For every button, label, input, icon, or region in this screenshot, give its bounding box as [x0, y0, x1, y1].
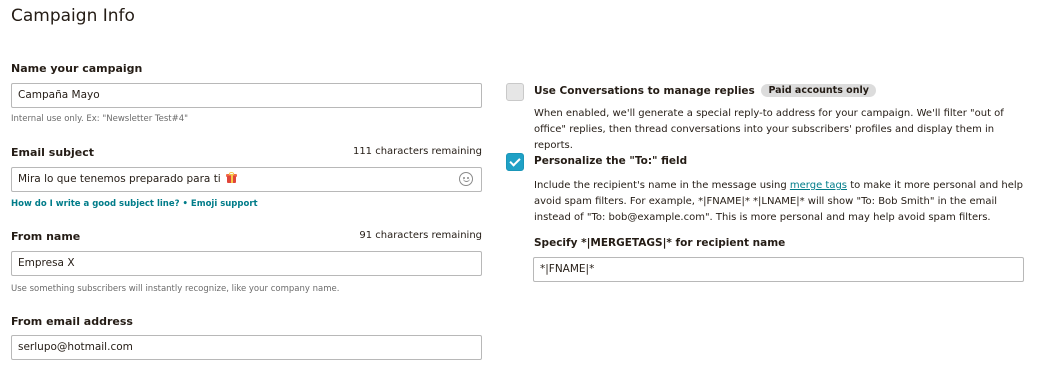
conversations-checkbox[interactable]	[506, 83, 524, 101]
conversations-option: Use Conversations to manage replies Paid…	[534, 84, 876, 97]
subject-help-links: How do I write a good subject line? • Em…	[11, 199, 258, 209]
from-name-help: Use something subscribers will instantly…	[11, 284, 340, 294]
mergetag-label: Specify *|MERGETAGS|* for recipient name	[534, 237, 786, 249]
desc-before-link: Include the recipient's name in the mess…	[534, 180, 790, 191]
conversations-label: Use Conversations to manage replies	[534, 85, 755, 97]
email-subject-input[interactable]: Mira lo que tenemos preparado para ti	[11, 167, 482, 192]
merge-tags-link[interactable]: merge tags	[790, 180, 847, 191]
smiley-face-icon[interactable]	[459, 172, 473, 186]
campaign-name-help: Internal use only. Ex: "Newsletter Test#…	[11, 114, 189, 124]
emoji-support-link[interactable]: Emoji support	[191, 199, 258, 209]
campaign-name-label: Name your campaign	[11, 62, 143, 75]
email-subject-remaining: 111 characters remaining	[352, 146, 482, 157]
email-subject-label: Email subject	[11, 146, 95, 159]
email-subject-value: Mira lo que tenemos preparado para ti	[18, 173, 221, 185]
mergetag-input[interactable]: *|FNAME|*	[533, 257, 1024, 282]
personalize-to-label: Personalize the "To:" field	[534, 155, 688, 167]
link-separator: •	[182, 199, 188, 209]
conversations-description: When enabled, we'll generate a special r…	[534, 108, 1004, 151]
paid-accounts-badge: Paid accounts only	[761, 84, 876, 97]
page-title: Campaign Info	[11, 6, 135, 26]
campaign-name-input[interactable]: Campaña Mayo	[11, 83, 482, 108]
from-name-label: From name	[11, 230, 81, 243]
from-name-remaining: 91 characters remaining	[359, 230, 482, 241]
from-email-input[interactable]: serlupo@hotmail.com	[11, 335, 482, 360]
personalize-to-description: Include the recipient's name in the mess…	[534, 178, 1024, 226]
subject-line-help-link[interactable]: How do I write a good subject line?	[11, 199, 180, 209]
from-email-label: From email address	[11, 315, 133, 328]
personalize-to-checkbox[interactable]	[506, 153, 524, 171]
from-name-input[interactable]: Empresa X	[11, 251, 482, 276]
gift-icon	[226, 172, 238, 183]
